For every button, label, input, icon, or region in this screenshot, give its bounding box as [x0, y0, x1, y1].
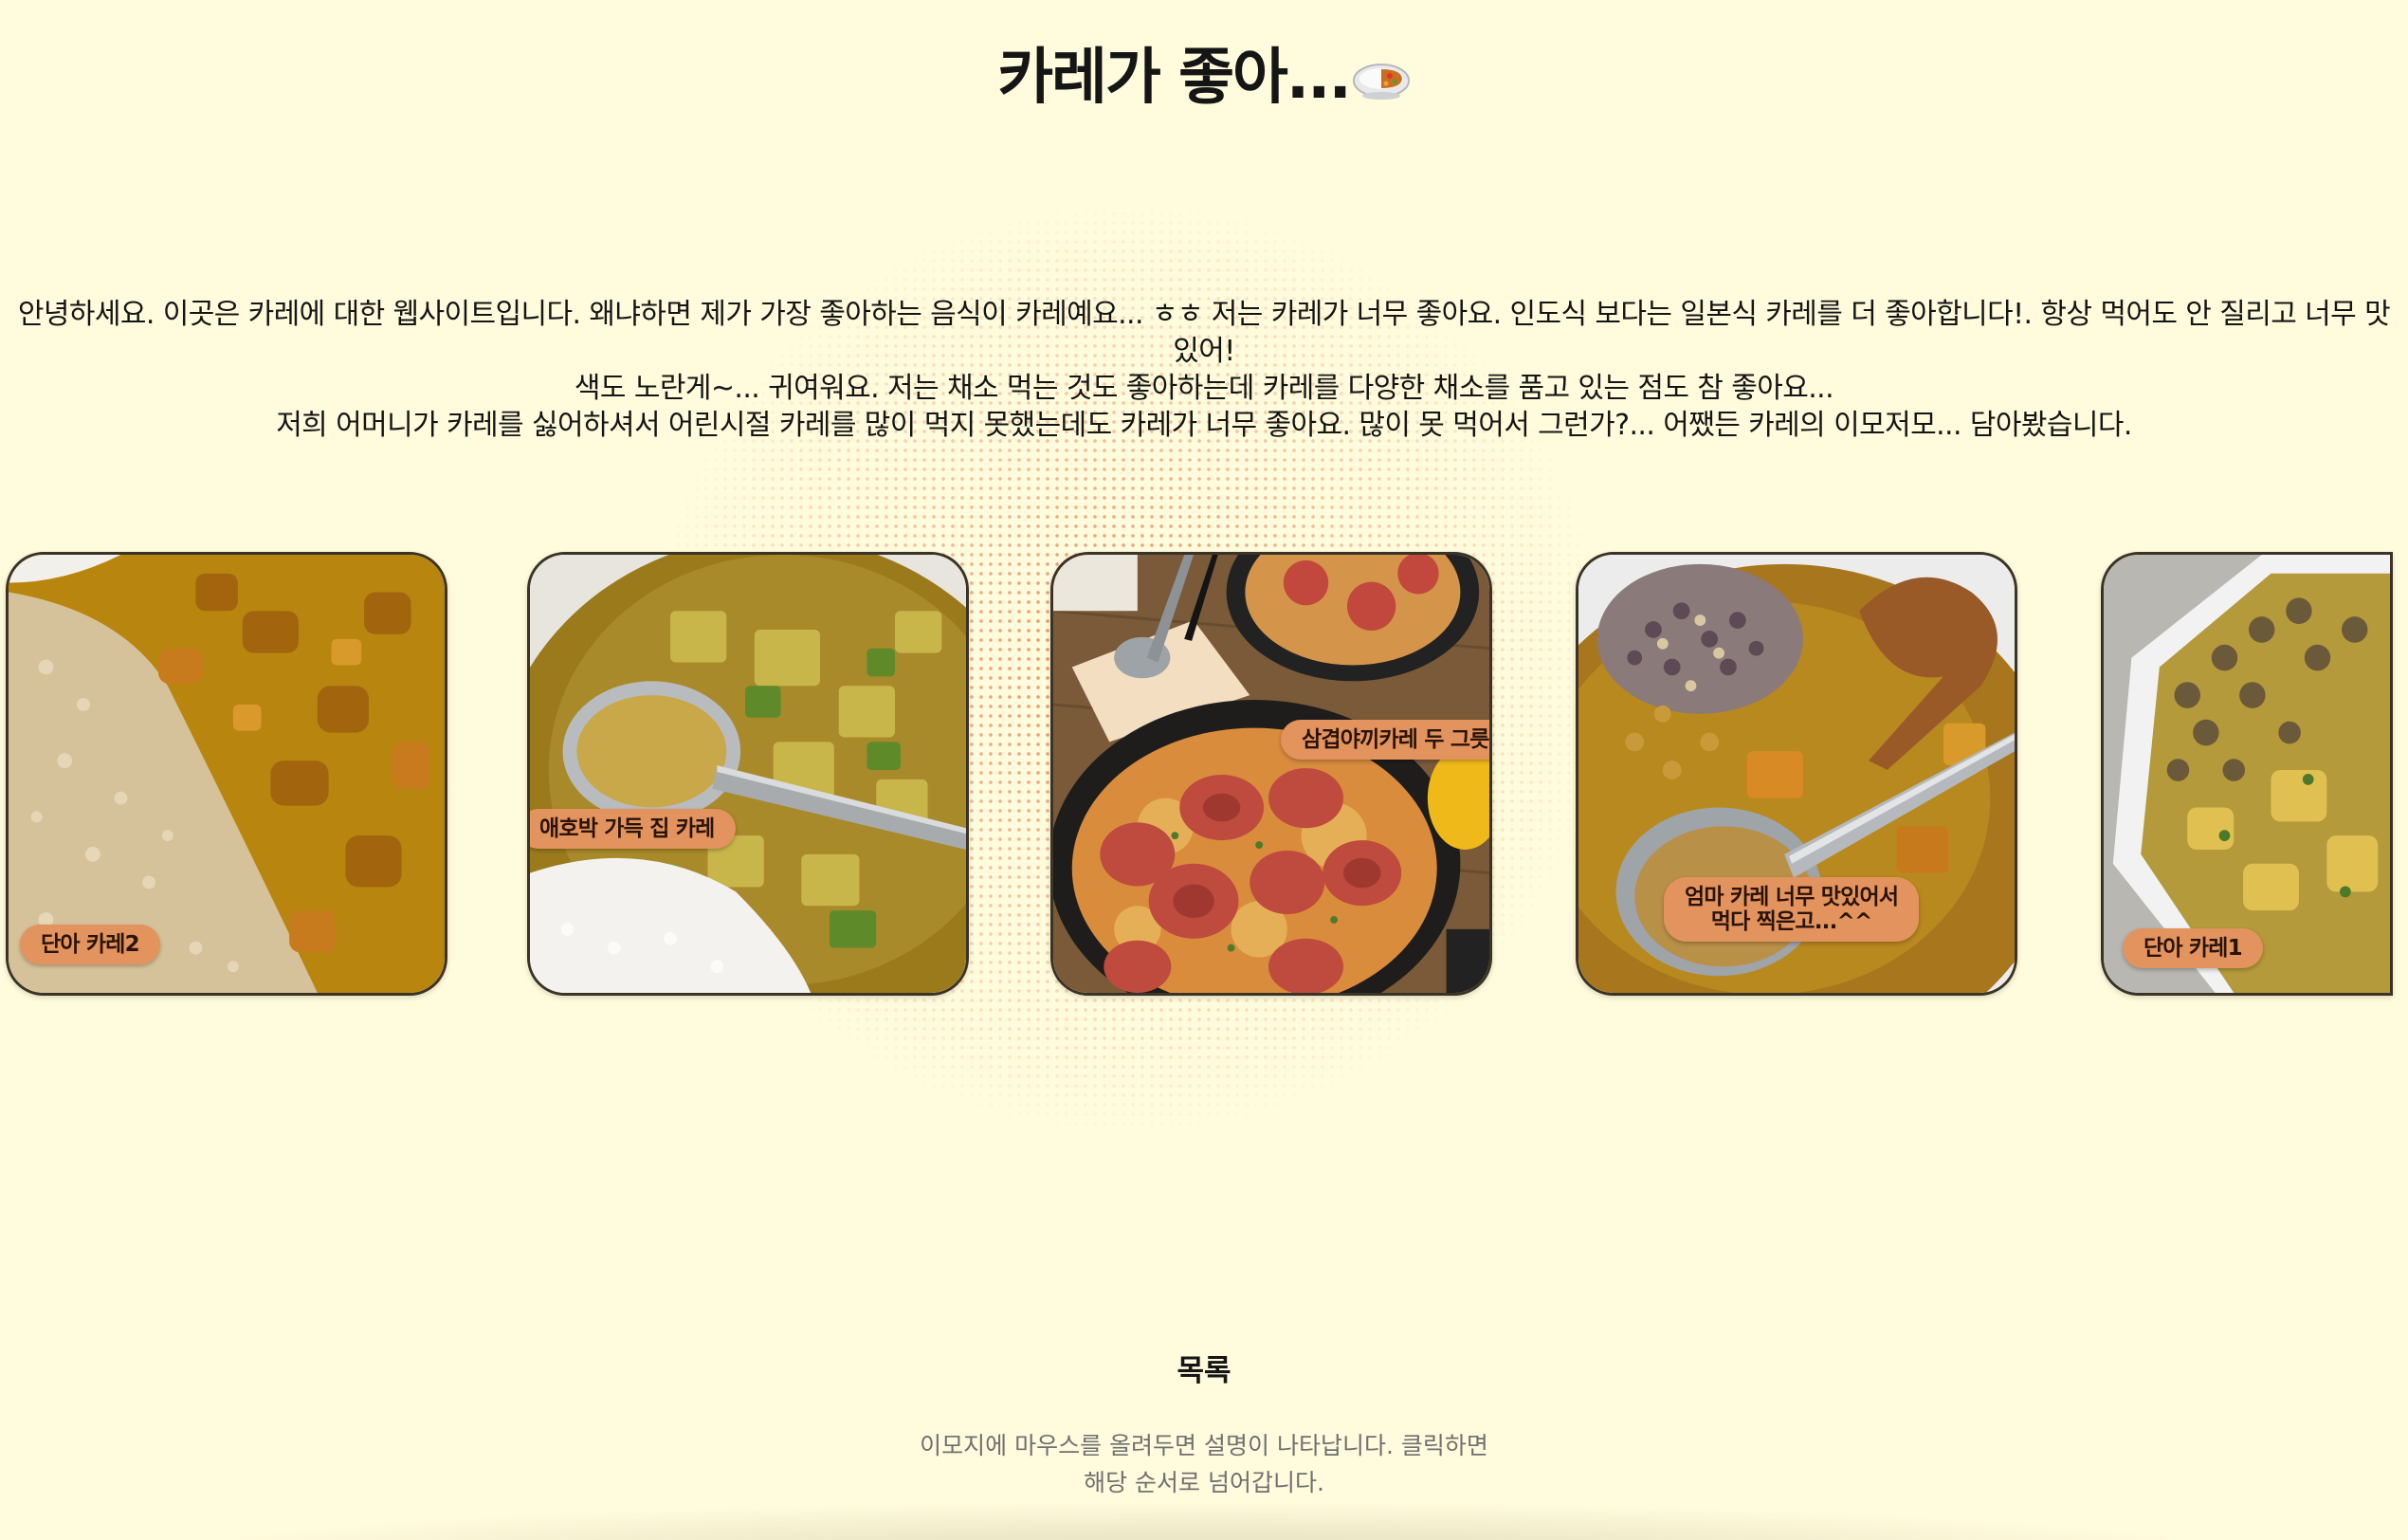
- page-title: 카레가 좋아...: [0, 28, 2408, 116]
- curry-card-label-2: 애호박 가득 집 카레: [530, 809, 736, 849]
- curry-card-5[interactable]: 단아 카레1: [2101, 552, 2393, 996]
- intro-text: 안녕하세요. 이곳은 카레에 대한 웹사이트입니다. 왜냐하면 제가 가장 좋아…: [17, 296, 2391, 444]
- intro-line-3: 저희 어머니가 카레를 싫어하셔서 어린시절 카레를 많이 먹지 못했는데도 카…: [276, 409, 2132, 442]
- curry-photo-5: [2104, 555, 2390, 993]
- curry-card-label-5: 단아 카레1: [2123, 928, 2263, 968]
- page: 카레가 좋아... 안녕하세요. 이곳은 카레에 대한 웹사이트입니다. 왜냐하…: [0, 0, 2408, 1540]
- toc-heading: 목록: [1177, 1354, 1231, 1388]
- curry-card-2[interactable]: 애호박 가득 집 카레: [527, 552, 969, 996]
- curry-card-1[interactable]: 단아 카레2: [6, 552, 447, 996]
- curry-card-label-3: 삼겹야끼카레 두 그릇...: [1281, 720, 1489, 760]
- toc-description: 이모지에 마우스를 올려두면 설명이 나타납니다. 클릭하면 해당 순서로 넘어…: [920, 1432, 1488, 1496]
- curry-photo-2: [530, 555, 966, 993]
- curry-rice-emoji-icon: [1352, 46, 1411, 100]
- intro-line-1: 안녕하세요. 이곳은 카레에 대한 웹사이트입니다. 왜냐하면 제가 가장 좋아…: [17, 298, 2391, 368]
- curry-card-3[interactable]: 삼겹야끼카레 두 그릇...: [1050, 552, 1492, 996]
- curry-photo-carousel[interactable]: 단아 카레2 애호박 가득 집 카레 삼겹야끼카레 두 그릇... 엄마 카레 …: [0, 552, 2408, 996]
- curry-card-4[interactable]: 엄마 카레 너무 맛있어서 먹다 찍은고...^^: [1576, 552, 2017, 996]
- page-title-text: 카레가 좋아...: [997, 43, 1352, 113]
- curry-card-label-1: 단아 카레2: [20, 925, 160, 964]
- emoji-dock-shadow: [190, 1502, 2218, 1540]
- curry-photo-3: [1053, 555, 1489, 993]
- intro-line-2: 색도 노란게~... 귀여워요. 저는 채소 먹는 것도 좋아하는데 카레를 다…: [574, 372, 1834, 405]
- curry-card-label-4: 엄마 카레 너무 맛있어서 먹다 찍은고...^^: [1664, 877, 1920, 942]
